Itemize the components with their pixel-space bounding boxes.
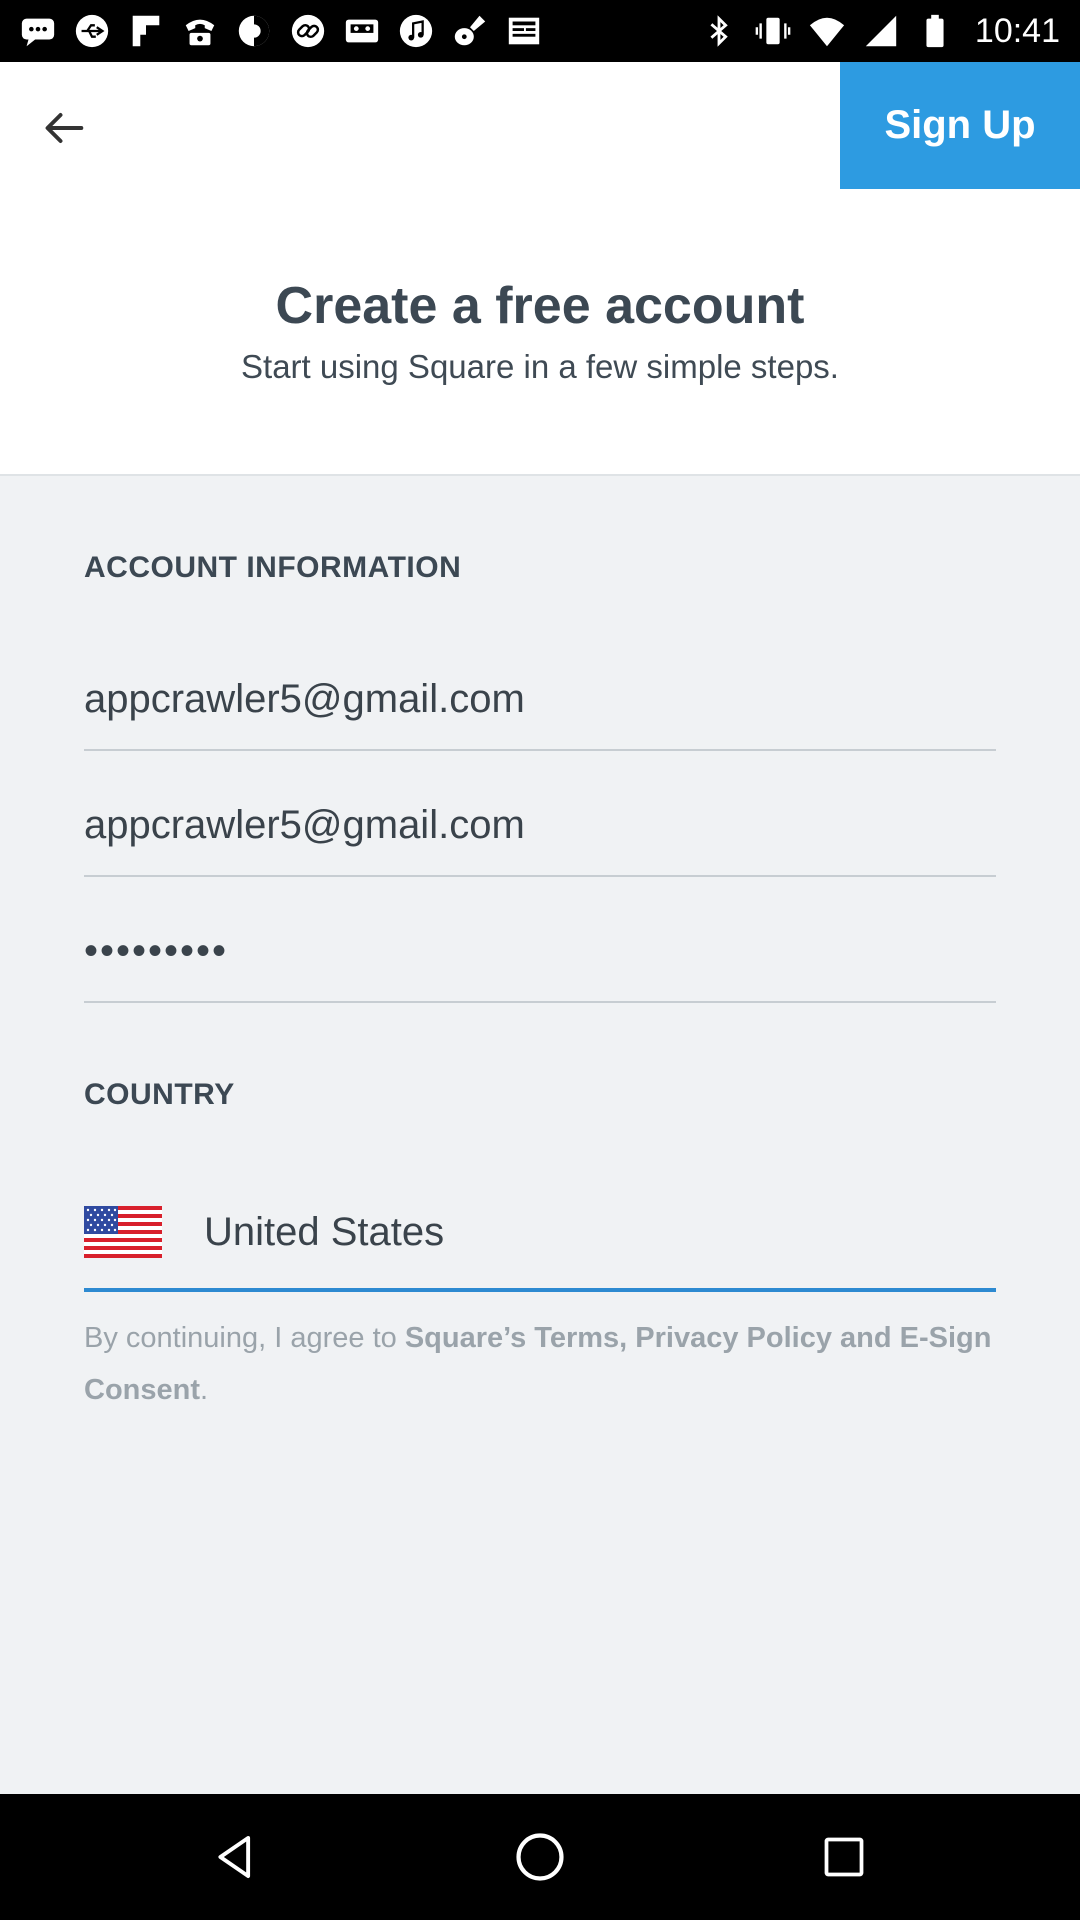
link-icon <box>288 11 328 51</box>
sign-up-button[interactable]: Sign Up <box>840 62 1080 189</box>
email-field[interactable] <box>84 649 996 751</box>
status-time: 10:41 <box>974 11 1060 50</box>
legal-suffix: . <box>200 1374 209 1406</box>
guitar-icon <box>450 11 490 51</box>
back-button[interactable] <box>34 98 94 158</box>
page-title: Create a free account <box>275 277 805 335</box>
country-value: United States <box>204 1209 445 1254</box>
cassette-icon <box>342 11 382 51</box>
flipboard-icon <box>126 11 166 51</box>
password-field[interactable] <box>84 901 996 1003</box>
system-status-icons: 10:41 <box>699 8 1060 54</box>
newspaper-icon <box>504 11 544 51</box>
wifi-icon <box>807 11 847 51</box>
navigation-bar <box>0 1794 1080 1920</box>
confirm-email-input[interactable] <box>84 802 996 848</box>
account-information-label: ACCOUNT INFORMATION <box>84 551 462 584</box>
page-subtitle: Start using Square in a few simple steps… <box>241 348 839 385</box>
email-input[interactable] <box>84 676 996 722</box>
country-selector[interactable]: United States <box>84 1176 996 1292</box>
back-triangle-icon <box>218 1835 251 1879</box>
recents-square-icon <box>824 1837 864 1877</box>
usb-icon <box>72 11 112 51</box>
nav-recents-button[interactable] <box>804 1817 884 1897</box>
message-icon <box>18 11 58 51</box>
legal-prefix: By continuing, I agree to <box>84 1322 405 1354</box>
us-flag-icon <box>84 1206 162 1258</box>
home-circle-icon <box>516 1833 564 1881</box>
back-arrow-icon <box>45 113 84 143</box>
signal-icon <box>861 11 901 51</box>
status-bar: 10:41 <box>0 0 1080 62</box>
header: Sign Up Create a free account Start usin… <box>0 62 1080 476</box>
music-icon <box>396 11 436 51</box>
confirm-email-field[interactable] <box>84 775 996 877</box>
password-input[interactable] <box>84 928 996 974</box>
battery-icon <box>915 11 955 51</box>
circle-icon <box>234 11 274 51</box>
signup-screen: Sign Up Create a free account Start usin… <box>0 62 1080 1794</box>
phone-icon <box>180 11 220 51</box>
bluetooth-icon <box>699 11 739 51</box>
nav-home-button[interactable] <box>500 1817 580 1897</box>
country-label: COUNTRY <box>84 1078 235 1111</box>
notification-icons <box>18 10 544 52</box>
nav-back-button[interactable] <box>196 1817 276 1897</box>
legal-text: By continuing, I agree to Square’s Terms… <box>84 1312 1004 1416</box>
vibrate-icon <box>753 11 793 51</box>
